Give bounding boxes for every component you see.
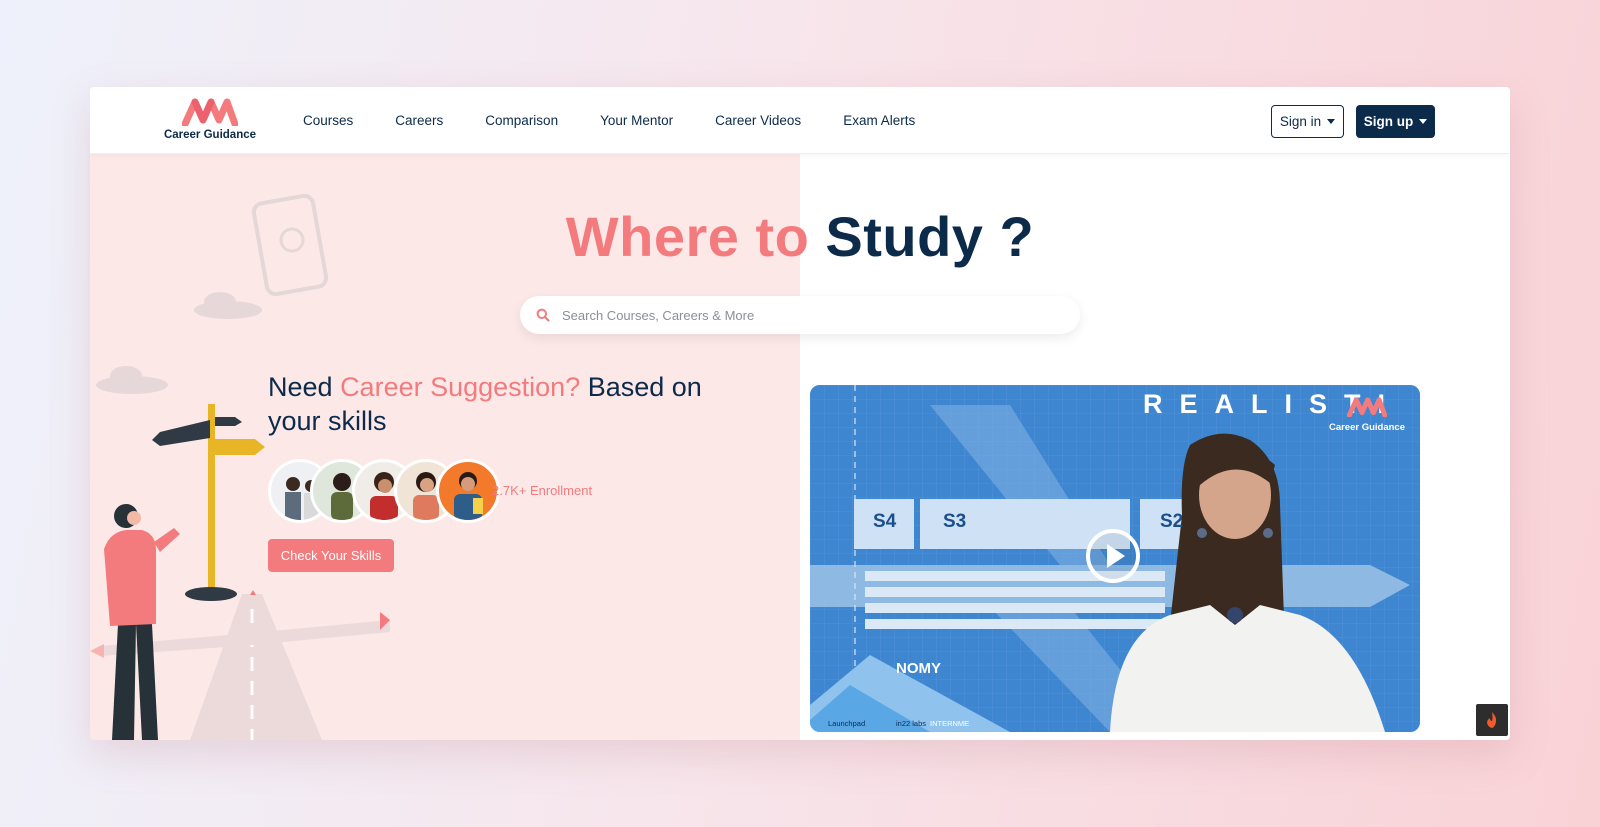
- nav-courses[interactable]: Courses: [303, 113, 353, 128]
- logo-mark-icon: [1346, 397, 1388, 419]
- nav-career-videos[interactable]: Career Videos: [715, 113, 801, 128]
- person-figure: [104, 504, 180, 740]
- top-navbar: Career Guidance Courses Careers Comparis…: [90, 87, 1510, 154]
- sponsor-internme: INTERNME: [930, 719, 970, 728]
- chevron-down-icon: [1419, 119, 1428, 124]
- sign-up-button[interactable]: Sign up: [1356, 105, 1435, 138]
- nav-exam-alerts[interactable]: Exam Alerts: [843, 113, 915, 128]
- chevron-down-icon: [1327, 119, 1336, 124]
- sign-in-label: Sign in: [1279, 114, 1322, 129]
- seat-label: S4: [873, 511, 897, 532]
- hero-title-accent: Where to: [565, 205, 826, 268]
- logo-mark-icon: [182, 98, 238, 126]
- career-head-part-1: Need: [268, 372, 341, 402]
- sign-in-button[interactable]: Sign in: [1271, 105, 1344, 138]
- search-bar[interactable]: [520, 296, 1080, 334]
- career-suggestion-heading: Need Career Suggestion? Based on your sk…: [268, 370, 748, 438]
- hero-title-main: Study ?: [825, 205, 1035, 268]
- brand-logo[interactable]: Career Guidance: [162, 98, 258, 146]
- browser-page: Career Guidance Courses Careers Comparis…: [90, 87, 1510, 740]
- hero-title: Where to Study ?: [90, 204, 1510, 269]
- search-icon: [536, 308, 550, 322]
- play-icon[interactable]: [1085, 528, 1141, 584]
- brand-name: Career Guidance: [163, 129, 257, 141]
- video-partial-word: NOMY: [896, 660, 941, 677]
- check-skills-button[interactable]: Check Your Skills: [268, 539, 394, 572]
- avatar: [436, 459, 500, 523]
- sponsor-in22-labs: in22 labs: [896, 719, 927, 728]
- sign-up-label: Sign up: [1363, 114, 1414, 129]
- main-menu: Courses Careers Comparison Your Mentor C…: [303, 87, 957, 154]
- video-brand-name: Career Guidance: [1328, 422, 1406, 433]
- intro-video[interactable]: REALISTI Career Guidance S4 S3 S2 NOMY L…: [810, 385, 1420, 732]
- seat-label: S2: [1160, 511, 1184, 532]
- nav-your-mentor[interactable]: Your Mentor: [600, 113, 673, 128]
- nav-careers[interactable]: Careers: [395, 113, 443, 128]
- seat-label: S3: [943, 511, 967, 532]
- floating-action-button[interactable]: [1476, 704, 1508, 736]
- enrollment-count: 2.7K+ Enrollment: [492, 483, 593, 498]
- flame-icon: [1487, 712, 1497, 728]
- sponsor-launchpad: Launchpad: [828, 719, 866, 728]
- career-head-accent: Career Suggestion?: [340, 372, 581, 402]
- search-input[interactable]: [562, 307, 1042, 323]
- video-brand-watermark: Career Guidance: [1325, 397, 1409, 433]
- nav-comparison[interactable]: Comparison: [485, 113, 558, 128]
- avatar-group: [268, 459, 500, 523]
